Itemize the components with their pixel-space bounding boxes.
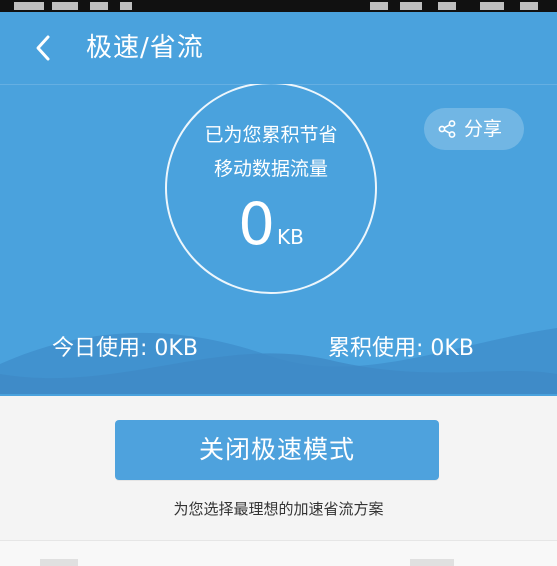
saved-label-line2: 移动数据流量 [213,158,328,180]
bottom-item [410,559,454,566]
bottom-area [0,541,557,566]
status-bar-item [120,2,132,10]
status-bar-item [400,2,422,10]
saved-label-line1: 已为您累积节省 [204,124,338,146]
bottom-item [40,559,78,566]
close-speed-mode-button[interactable]: 关闭极速模式 [115,420,439,480]
today-usage: 今日使用: 0KB [52,336,198,361]
top-bar: 极速/省流 [0,12,557,84]
status-bar [0,0,557,12]
status-bar-item [520,2,538,10]
status-bar-item [14,2,44,10]
status-bar-item [90,2,108,10]
share-icon [438,120,456,138]
total-usage: 累积使用: 0KB [328,336,474,361]
back-button[interactable] [26,30,62,66]
status-bar-item [480,2,504,10]
mode-description: 为您选择最理想的加速省流方案 [173,500,384,518]
saved-unit: KB [277,225,304,249]
back-icon [36,35,50,61]
page-title: 极速/省流 [86,33,204,63]
divider [0,394,557,396]
share-label: 分享 [464,118,503,140]
saved-value: 0 [238,190,276,258]
status-bar-item [370,2,388,10]
share-button[interactable]: 分享 [424,108,524,150]
status-bar-item [438,2,456,10]
savings-circle [165,84,377,294]
savings-panel: 已为您累积节省 移动数据流量 0 KB 分享 今日使用: 0KB 累积使用: 0K… [0,84,557,394]
status-bar-item [52,2,78,10]
saved-amount: 0 KB [165,192,377,256]
